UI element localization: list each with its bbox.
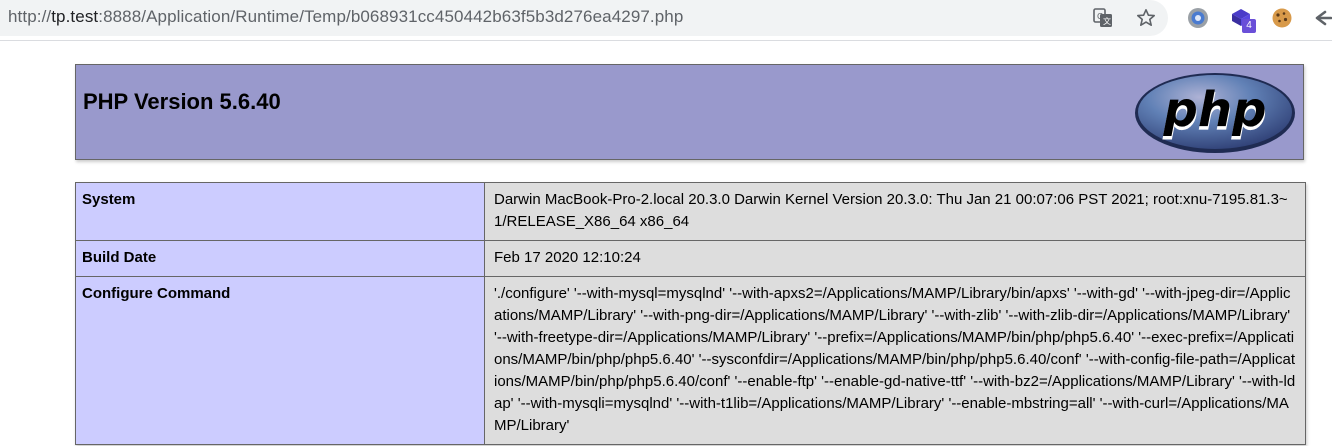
svg-text:文: 文 — [1103, 16, 1111, 26]
browser-toolbar: http://tp.test:8888/Application/Runtime/… — [0, 0, 1332, 38]
system-info-table: System Darwin MacBook-Pro-2.local 20.3.0… — [75, 182, 1306, 445]
address-bar[interactable]: http://tp.test:8888/Application/Runtime/… — [0, 0, 1168, 36]
extension-badge: 4 — [1242, 19, 1256, 33]
row-value-system: Darwin MacBook-Pro-2.local 20.3.0 Darwin… — [484, 182, 1306, 241]
php-logo-text-fill: php — [1163, 82, 1267, 138]
url-host: tp.test — [51, 7, 99, 26]
row-key-configure-command: Configure Command — [75, 276, 485, 445]
translate-icon[interactable]: G 文 — [1092, 7, 1114, 29]
row-value-build-date: Feb 17 2020 12:10:24 — [484, 240, 1306, 277]
cookie-icon[interactable] — [1270, 6, 1294, 30]
table-row: Build Date Feb 17 2020 12:10:24 — [75, 240, 1306, 277]
url-prefix: http:// — [8, 7, 52, 26]
url-path: :8888/Application/Runtime/Temp/b068931cc… — [98, 7, 684, 26]
extension-circle-icon[interactable] — [1186, 6, 1210, 30]
row-key-system: System — [75, 182, 485, 241]
table-row: System Darwin MacBook-Pro-2.local 20.3.0… — [75, 182, 1306, 241]
row-key-build-date: Build Date — [75, 240, 485, 277]
row-value-configure-command: './configure' '--with-mysql=mysqlnd' '--… — [484, 276, 1306, 445]
php-version-header: PHP Version 5.6.40 php php — [75, 64, 1304, 160]
php-version-title: PHP Version 5.6.40 — [83, 89, 281, 114]
bookmark-star-icon[interactable] — [1135, 7, 1157, 29]
extension-back-icon[interactable] — [1310, 6, 1332, 30]
url-text[interactable]: http://tp.test:8888/Application/Runtime/… — [8, 7, 683, 27]
php-logo[interactable]: php php — [1133, 71, 1297, 155]
extension-purple-icon[interactable]: 4 — [1229, 6, 1256, 33]
toolbar-divider — [0, 40, 1332, 41]
table-row: Configure Command './configure' '--with-… — [75, 276, 1306, 445]
